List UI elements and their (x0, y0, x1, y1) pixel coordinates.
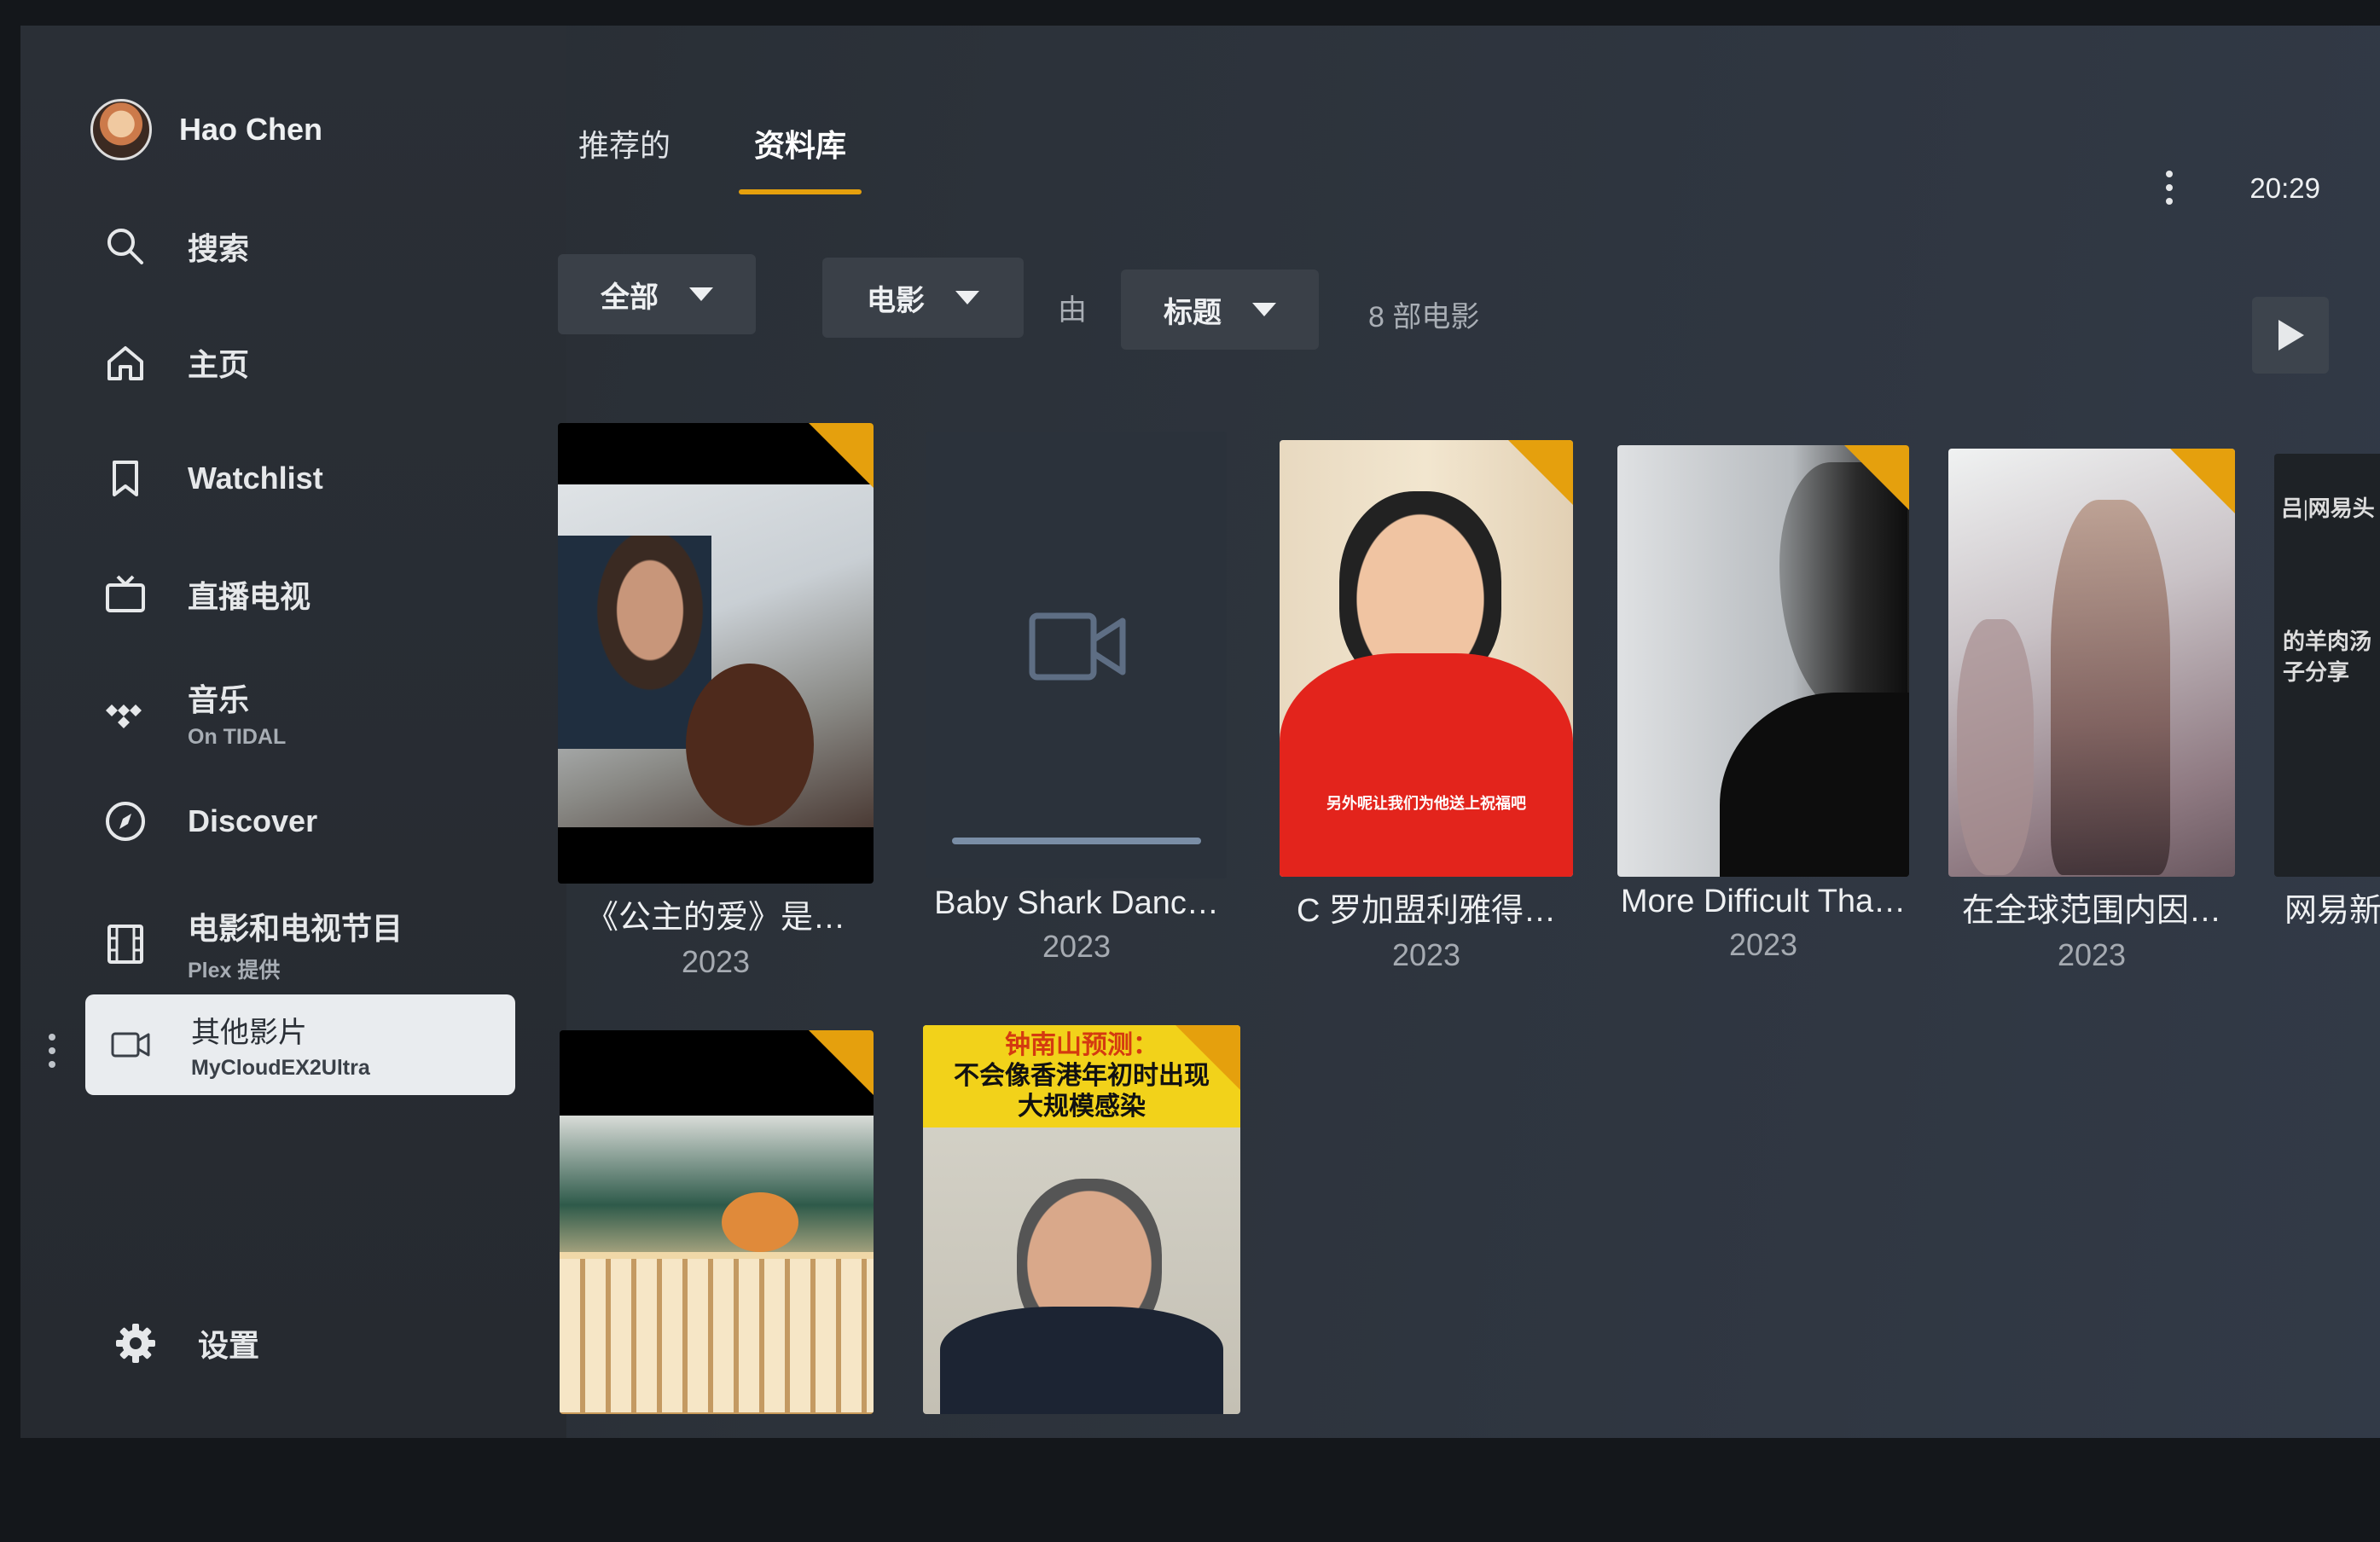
sidebar-item-music[interactable]: 音乐 On TIDAL (102, 675, 286, 750)
movie-card[interactable]: 在全球范围内因… 2023 (1948, 449, 2235, 973)
poster-text: 的羊肉汤 (2283, 629, 2372, 654)
unwatched-badge (1844, 445, 1909, 510)
play-icon (2278, 320, 2304, 351)
video-camera-icon (111, 1032, 150, 1058)
sidebar-item-label: 电影和电视节目 (188, 911, 403, 946)
film-icon (107, 925, 143, 964)
sidebar-item-sublabel: On TIDAL (188, 725, 287, 749)
sidebar-item-live-tv[interactable]: 直播电视 (102, 571, 311, 617)
sort-dropdown[interactable]: 标题 (1121, 270, 1319, 350)
sidebar-item-label: Watchlist (188, 461, 323, 496)
sidebar-item-label: 其他影片 (191, 1017, 307, 1049)
sidebar-item-label: 主页 (188, 347, 250, 382)
type-value: 电影 (867, 284, 925, 317)
movie-poster[interactable] (558, 423, 874, 884)
item-count: 8 部电影 (1368, 301, 1480, 333)
unwatched-badge (1175, 1025, 1240, 1090)
sidebar-item-settings[interactable]: 设置 (113, 1320, 259, 1366)
unwatched-badge (809, 423, 874, 488)
sidebar-item-other-videos[interactable]: 其他影片 MyCloudEX2Ultra (85, 994, 515, 1095)
sidebar-item-label: 直播电视 (188, 579, 311, 614)
video-camera-icon (1029, 612, 1126, 681)
more-options-icon[interactable] (46, 1032, 58, 1070)
search-icon (107, 229, 143, 264)
tv-icon (106, 575, 145, 612)
poster-caption: 另外呢让我们为他送上祝福吧 (1326, 795, 1526, 812)
movie-poster[interactable]: 钟南山预测： 不会像香港年初时出现 大规模感染 (923, 1025, 1240, 1414)
sidebar-item-search[interactable]: 搜索 (102, 223, 249, 270)
home-icon (107, 346, 143, 380)
scope-dropdown[interactable]: 全部 (558, 254, 756, 334)
play-all-button[interactable] (2252, 297, 2329, 374)
sidebar-item-sublabel: MyCloudEX2Ultra (191, 1056, 370, 1080)
movie-poster[interactable] (1948, 449, 2235, 877)
movie-title: C 罗加盟利雅得… (1296, 893, 1556, 929)
tidal-icon (106, 704, 142, 728)
sidebar-item-label: 设置 (198, 1328, 260, 1363)
poster-image (558, 484, 874, 827)
user-name: Hao Chen (179, 112, 323, 147)
movie-year: 2023 (1391, 937, 1461, 972)
tab-library[interactable]: 资料库 (739, 114, 862, 194)
movie-card[interactable] (560, 1030, 874, 1414)
sidebar-item-home[interactable]: 主页 (102, 339, 249, 386)
sidebar-item-watchlist[interactable]: Watchlist (102, 455, 323, 501)
movie-year: 2 (2274, 937, 2380, 973)
tv-screen: Hao Chen 搜索 主页 Watchlist 直播电视 音乐 On TIDA… (20, 26, 2380, 1438)
sidebar-item-label: 搜索 (188, 231, 250, 266)
movie-title: 网易新 (2284, 893, 2380, 929)
movie-card[interactable]: Baby Shark Danc… 2023 (926, 432, 1227, 965)
sidebar-item-movies-tv[interactable]: 电影和电视节目 Plex 提供 (102, 904, 403, 984)
type-dropdown[interactable]: 电影 (822, 258, 1024, 338)
poster-text: 吕|网易头 (2281, 496, 2375, 521)
sort-value: 标题 (1164, 296, 1222, 329)
more-vertical-icon[interactable] (2163, 169, 2175, 206)
movie-card[interactable]: 《公主的爱》是… 2023 (558, 423, 874, 980)
movie-title: Baby Shark Danc… (934, 885, 1219, 921)
movie-card[interactable]: 吕|网易头 的羊肉汤 子分享 网易新 2 (2274, 454, 2380, 973)
movie-year: 2023 (681, 944, 751, 979)
chevron-down-icon (1252, 303, 1276, 316)
clock: 20:29 (2249, 172, 2320, 204)
movie-year: 2023 (1728, 927, 1798, 962)
tab-recommended[interactable]: 推荐的 (578, 114, 670, 172)
movie-poster[interactable]: 另外呢让我们为他送上祝福吧 (1280, 440, 1573, 877)
sidebar: Hao Chen 搜索 主页 Watchlist 直播电视 音乐 On TIDA… (20, 26, 566, 1438)
poster-headline: 大规模感染 (1018, 1093, 1146, 1121)
movie-year: 2023 (2057, 937, 2127, 972)
chevron-down-icon (955, 291, 979, 304)
user-profile[interactable]: Hao Chen (90, 99, 322, 160)
top-tabs: 推荐的 资料库 (578, 114, 930, 194)
gear-icon (116, 1324, 155, 1363)
avatar[interactable] (90, 99, 152, 160)
movie-year: 2023 (1042, 929, 1112, 964)
scope-value: 全部 (601, 281, 659, 314)
movie-title: More Difficult Tha… (1620, 884, 1907, 919)
poster-text: 子分享 (2283, 660, 2350, 685)
movie-poster[interactable]: 吕|网易头 的羊肉汤 子分享 (2274, 454, 2380, 877)
unwatched-badge (1508, 440, 1573, 505)
unwatched-badge (2170, 449, 2235, 513)
movie-poster[interactable] (1617, 445, 1909, 877)
movie-title: 《公主的爱》是… (585, 900, 845, 936)
bookmark-icon (113, 461, 138, 496)
chevron-down-icon (689, 287, 713, 301)
movie-card[interactable]: 钟南山预测： 不会像香港年初时出现 大规模感染 (923, 1025, 1240, 1414)
sidebar-item-discover[interactable]: Discover (102, 798, 317, 844)
movie-title: 在全球范围内因… (1961, 893, 2221, 929)
compass-icon (106, 802, 145, 841)
movie-card[interactable]: 另外呢让我们为他送上祝福吧 C 罗加盟利雅得… 2023 (1280, 440, 1573, 973)
sidebar-item-sublabel: Plex 提供 (188, 959, 281, 983)
progress-bar (952, 838, 1201, 844)
movie-poster[interactable] (560, 1030, 874, 1414)
poster-image (560, 1116, 874, 1414)
movie-poster[interactable] (926, 432, 1227, 878)
movie-card[interactable]: More Difficult Tha… 2023 (1617, 445, 1909, 963)
sort-by-label: 由 (1058, 294, 1087, 327)
sidebar-item-label: Discover (188, 803, 318, 838)
sidebar-item-label: 音乐 (188, 682, 250, 717)
unwatched-badge (809, 1030, 874, 1095)
